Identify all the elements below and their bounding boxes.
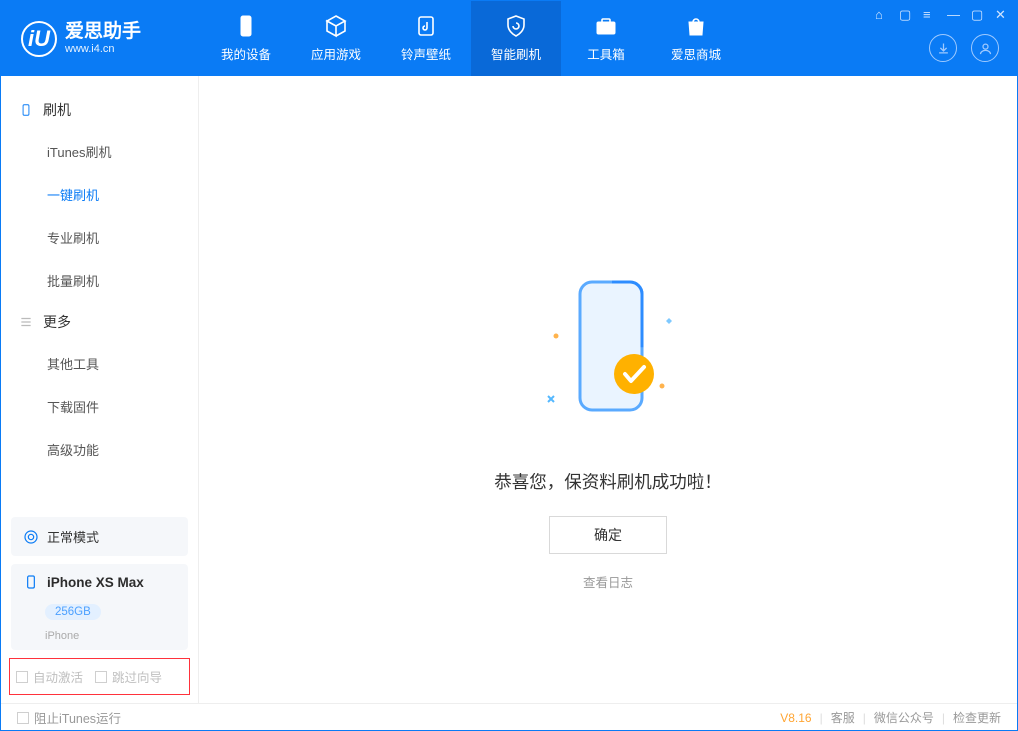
box-icon[interactable]: ▢ [899,7,913,21]
sidebar-item-itunes-flash[interactable]: iTunes刷机 [1,130,198,173]
tab-my-device[interactable]: 我的设备 [201,1,291,76]
sidebar-item-oneclick-flash[interactable]: 一键刷机 [1,173,198,216]
view-log-link[interactable]: 查看日志 [583,572,633,591]
logo: iU 爱思助手 www.i4.cn [1,21,201,57]
main-panel: 恭喜您，保资料刷机成功啦！ 确定 查看日志 [199,76,1017,703]
app-header: iU 爱思助手 www.i4.cn 我的设备 应用游戏 铃声壁纸 智能刷机 工具… [1,1,1017,76]
wechat-link[interactable]: 微信公众号 [874,709,934,726]
sidebar-item-other-tools[interactable]: 其他工具 [1,342,198,385]
maximize-button[interactable]: ▢ [971,7,985,21]
phone-icon [19,103,33,117]
phone-small-icon [23,574,39,590]
device-name: iPhone XS Max [47,575,144,590]
success-illustration [538,276,678,441]
tab-smart-flash[interactable]: 智能刷机 [471,1,561,76]
sidebar-section-flash: 刷机 [1,90,198,130]
toolbox-icon [594,14,618,38]
tab-store[interactable]: 爱思商城 [651,1,741,76]
user-icon [978,41,993,56]
app-title: 爱思助手 [65,22,141,43]
auto-activate-checkbox[interactable]: 自动激活 [16,667,83,686]
support-link[interactable]: 客服 [831,709,855,726]
sidebar-item-batch-flash[interactable]: 批量刷机 [1,259,198,302]
check-update-link[interactable]: 检查更新 [953,709,1001,726]
skip-guide-checkbox[interactable]: 跳过向导 [95,667,162,686]
device-type: iPhone [45,630,79,642]
options-highlight-box: 自动激活 跳过向导 [9,658,190,695]
tab-apps-games[interactable]: 应用游戏 [291,1,381,76]
checkbox-icon [95,671,107,683]
logo-icon: iU [21,21,57,57]
cube-icon [324,14,348,38]
list-icon [19,315,33,329]
ok-button[interactable]: 确定 [549,516,667,554]
app-subtitle: www.i4.cn [65,43,141,55]
download-icon [936,41,951,56]
sidebar-item-pro-flash[interactable]: 专业刷机 [1,216,198,259]
mode-label: 正常模式 [47,527,99,546]
sidebar-item-advanced[interactable]: 高级功能 [1,428,198,471]
device-card[interactable]: iPhone XS Max 256GB iPhone [11,564,188,650]
sync-icon [23,529,39,545]
version-label: V8.16 [780,711,811,725]
minimize-button[interactable]: — [947,7,961,21]
capacity-badge: 256GB [45,604,101,620]
bag-icon [684,14,708,38]
download-button[interactable] [929,34,957,62]
music-file-icon [414,14,438,38]
checkbox-icon [16,671,28,683]
block-itunes-checkbox[interactable]: 阻止iTunes运行 [17,708,121,727]
tab-ringtone-wallpaper[interactable]: 铃声壁纸 [381,1,471,76]
sidebar-section-more: 更多 [1,302,198,342]
tab-toolbox[interactable]: 工具箱 [561,1,651,76]
shirt-icon[interactable]: ⌂ [875,7,889,21]
sidebar-item-download-fw[interactable]: 下载固件 [1,385,198,428]
mode-card[interactable]: 正常模式 [11,517,188,556]
success-message: 恭喜您，保资料刷机成功啦！ [494,469,722,494]
shield-sync-icon [504,14,528,38]
account-button[interactable] [971,34,999,62]
checkbox-icon [17,712,29,724]
device-icon [234,14,258,38]
statusbar: 阻止iTunes运行 V8.16 | 客服 | 微信公众号 | 检查更新 [1,703,1017,731]
sidebar: 刷机 iTunes刷机 一键刷机 专业刷机 批量刷机 更多 其他工具 下载固件 … [1,76,199,703]
menu-icon[interactable]: ≡ [923,7,937,21]
window-controls: ⌂ ▢ ≡ — ▢ ✕ [875,7,1009,21]
close-button[interactable]: ✕ [995,7,1009,21]
